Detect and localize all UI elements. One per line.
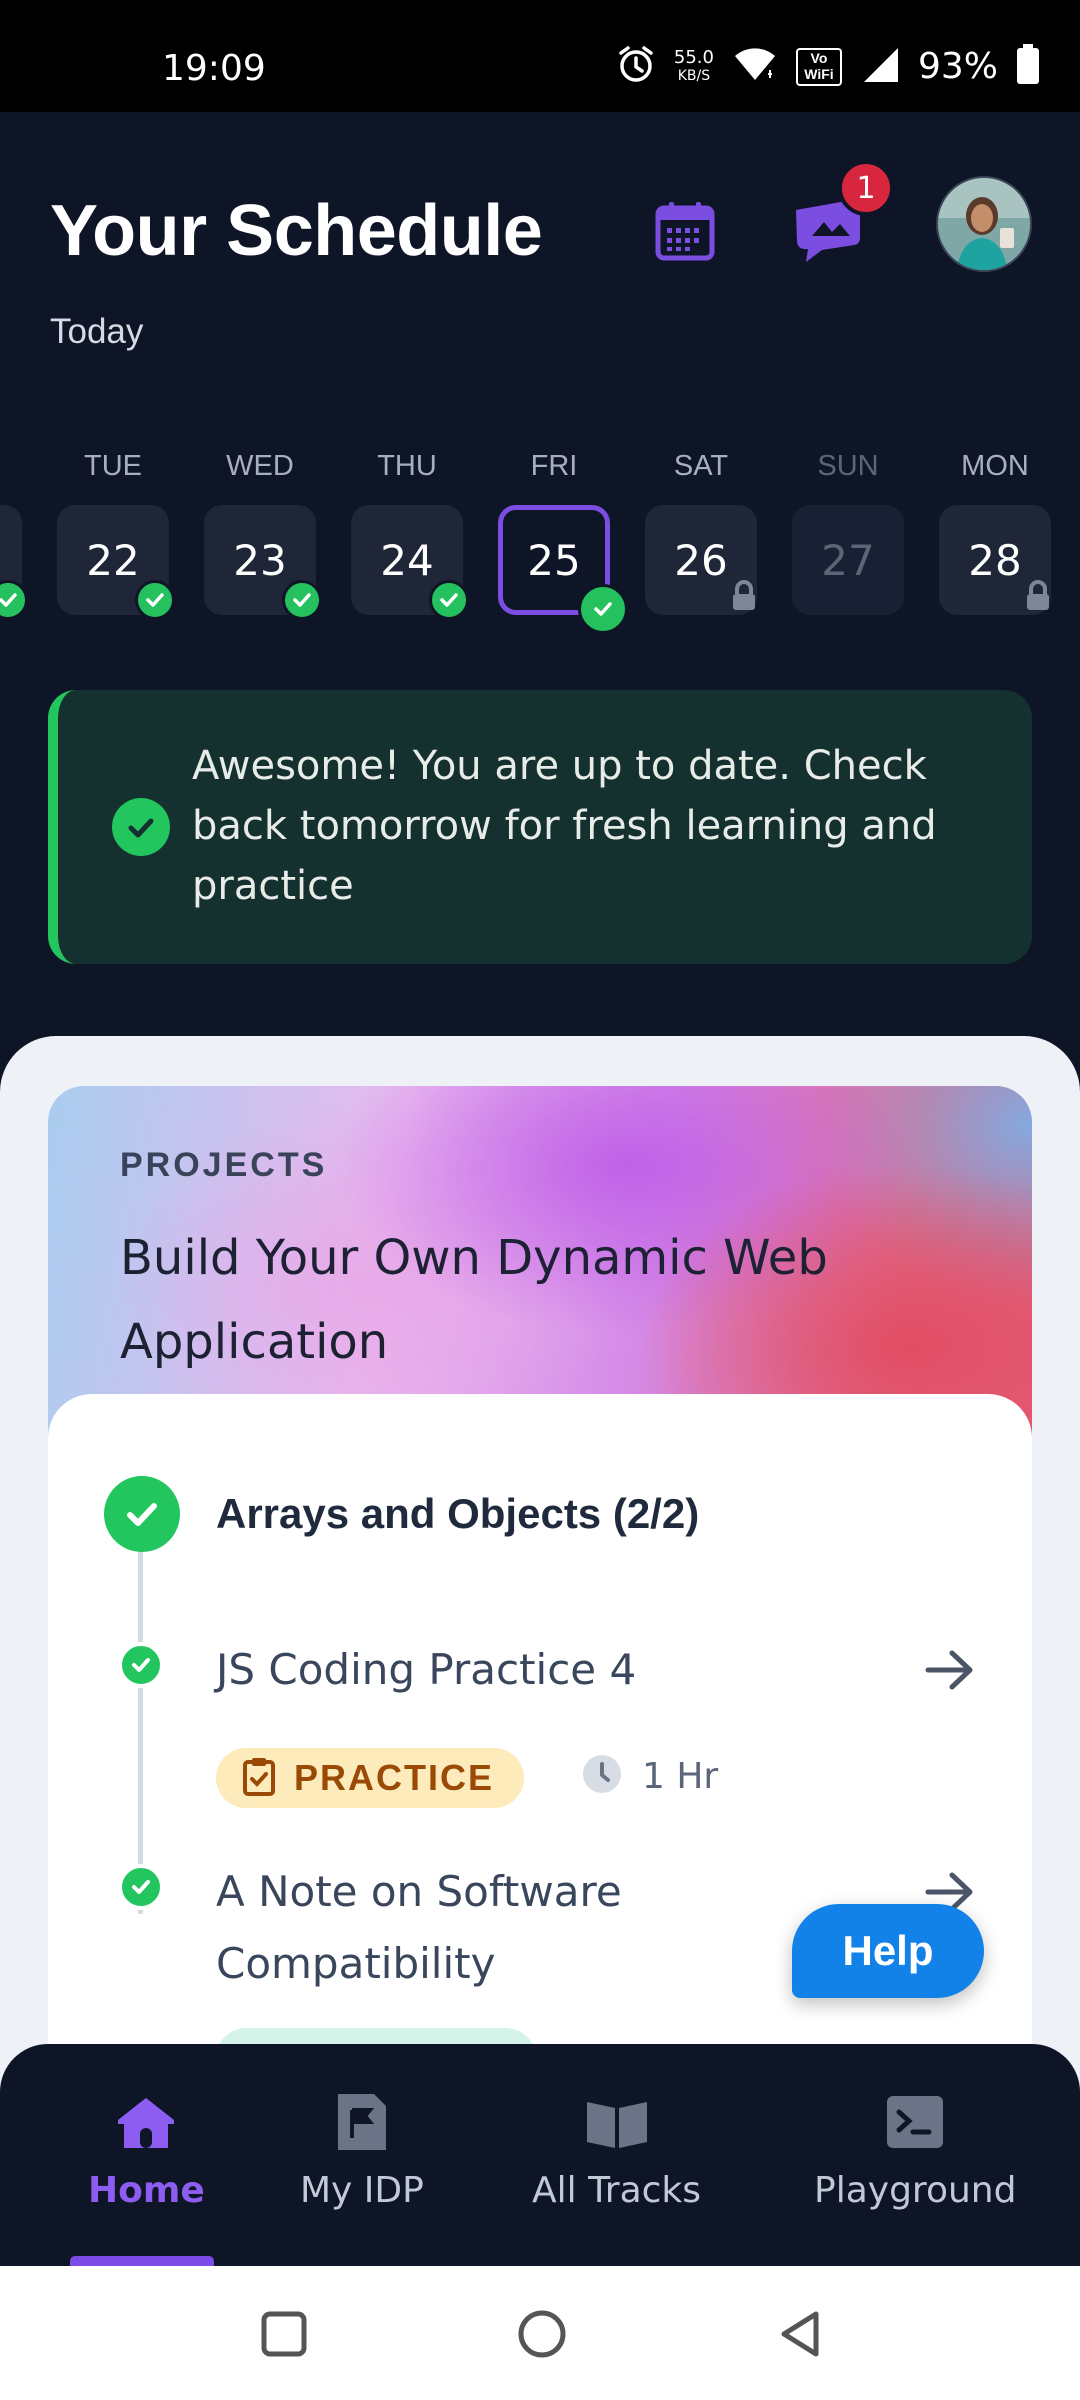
signal-icon xyxy=(860,44,900,89)
section-complete-icon xyxy=(104,1476,180,1552)
up-to-date-banner: Awesome! You are up to date. Check back … xyxy=(48,690,1032,964)
day-name: FRI xyxy=(530,450,578,482)
nav-label: All Tracks xyxy=(532,2170,702,2211)
day-complete-icon xyxy=(429,580,469,620)
battery-icon xyxy=(1016,44,1040,89)
day-name: SUN xyxy=(817,450,879,482)
nav-label: My IDP xyxy=(300,2170,424,2211)
terminal-icon xyxy=(883,2090,947,2154)
duration-text: 1 Hr xyxy=(642,1756,719,1797)
lesson-item-title[interactable]: JS Coding Practice 4 xyxy=(216,1634,636,1706)
nav-label: Playground xyxy=(814,2170,1017,2211)
practice-tag: PRACTICE xyxy=(216,1748,525,1808)
day-date: 27 xyxy=(792,505,904,615)
day-thu-24[interactable]: THU 24 xyxy=(351,450,469,640)
banner-message: Awesome! You are up to date. Check back … xyxy=(192,743,937,909)
day-mon-21[interactable]: MON21 xyxy=(0,450,28,640)
system-nav-bar xyxy=(0,2266,1080,2400)
day-name: WED xyxy=(226,450,294,482)
home-icon xyxy=(114,2090,178,2154)
item-complete-icon xyxy=(118,1642,164,1688)
home-button[interactable] xyxy=(514,2306,570,2362)
project-title: Build Your Own Dynamic Web Application xyxy=(120,1230,828,1370)
calendar-icon[interactable] xyxy=(654,200,716,262)
back-button[interactable] xyxy=(772,2306,828,2362)
day-mon-28[interactable]: MON 28 xyxy=(939,450,1051,640)
day-complete-icon xyxy=(0,580,28,620)
speed-unit: KB/S xyxy=(677,67,711,84)
status-time: 19:09 xyxy=(162,48,266,89)
avatar[interactable] xyxy=(936,176,1032,272)
help-button[interactable]: Help xyxy=(792,1904,984,1998)
project-kicker: PROJECTS xyxy=(120,1146,328,1184)
network-speed: 55.0 KB/S xyxy=(673,46,714,85)
day-name: SAT xyxy=(673,450,729,482)
battery-level: 93% xyxy=(917,46,998,87)
day-name: THU xyxy=(377,450,437,482)
wifi-icon xyxy=(732,44,778,89)
lock-icon xyxy=(1023,580,1053,612)
check-circle-icon xyxy=(112,798,170,856)
project-card[interactable]: PROJECTS Build Your Own Dynamic Web Appl… xyxy=(48,1086,1032,1436)
flag-document-icon xyxy=(330,2090,394,2154)
bottom-nav: Home My IDP All Tracks Playground xyxy=(0,2044,1080,2266)
recents-button[interactable] xyxy=(256,2306,312,2362)
nav-home[interactable]: Home xyxy=(88,2090,205,2211)
day-complete-icon xyxy=(135,580,175,620)
today-label: Today xyxy=(50,312,144,351)
day-tue-22[interactable]: TUE 22 xyxy=(57,450,175,640)
clipboard-check-icon xyxy=(242,1756,276,1801)
day-complete-icon xyxy=(578,584,628,634)
duration: 1 Hr xyxy=(582,1754,718,1799)
week-strip: MON21 TUE22WED23THU24FRI25SAT26 SUN 27 MON28 xyxy=(0,450,1080,640)
nav-label: Home xyxy=(88,2170,205,2211)
day-complete-icon xyxy=(282,580,322,620)
nav-all-tracks[interactable]: All Tracks xyxy=(532,2090,701,2211)
day-fri-25[interactable]: FRI 25 xyxy=(498,450,628,640)
alarm-icon xyxy=(616,44,656,89)
timeline-line xyxy=(138,1514,143,1914)
speed-value: 55.0 xyxy=(673,46,714,68)
page-title: Your Schedule xyxy=(50,191,543,271)
arrow-right-icon[interactable] xyxy=(924,1648,976,1692)
clock-icon xyxy=(582,1754,622,1799)
lesson-item-title[interactable]: A Note on Software Compatibility xyxy=(216,1856,816,2000)
nav-my-idp[interactable]: My IDP xyxy=(300,2090,424,2211)
day-wed-23[interactable]: WED 23 xyxy=(204,450,322,640)
status-bar: 19:09 55.0 KB/S Vo WiFi 93% xyxy=(0,0,1080,112)
status-icons: 55.0 KB/S Vo WiFi 93% xyxy=(616,44,1040,89)
notification-badge: 1 xyxy=(838,160,894,216)
book-icon xyxy=(585,2090,649,2154)
day-sat-26[interactable]: SAT 26 xyxy=(645,450,757,640)
day-name: MON xyxy=(0,450,22,483)
lesson-card: Arrays and Objects (2/2) JS Coding Pract… xyxy=(48,1394,1032,2154)
lock-icon xyxy=(729,580,759,612)
day-name: TUE xyxy=(84,450,142,482)
section-title: Arrays and Objects (2/2) xyxy=(216,1490,700,1537)
item-complete-icon xyxy=(118,1864,164,1910)
active-tab-indicator xyxy=(70,2256,214,2266)
nav-playground[interactable]: Playground xyxy=(814,2090,1016,2211)
vowifi-icon: Vo WiFi xyxy=(795,47,842,86)
practice-label: PRACTICE xyxy=(294,1757,495,1798)
day-name: MON xyxy=(961,450,1029,482)
day-sun-27[interactable]: SUN 27 xyxy=(792,450,904,640)
